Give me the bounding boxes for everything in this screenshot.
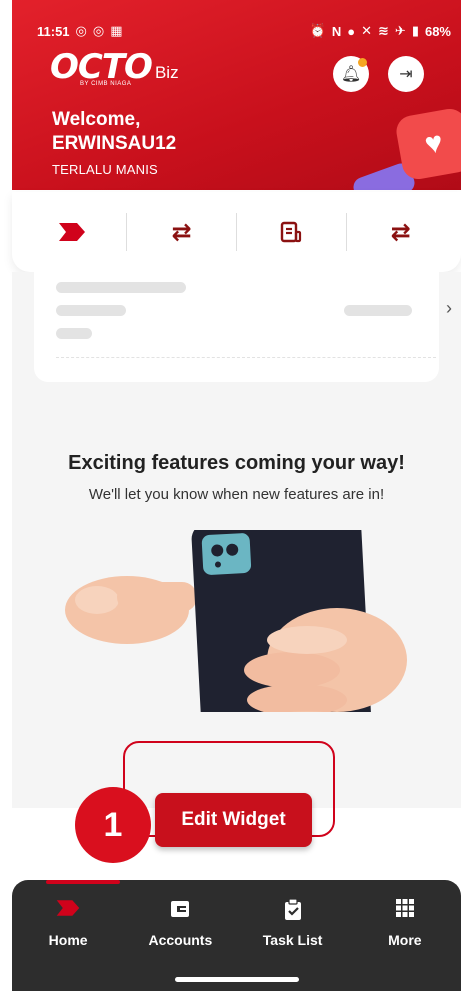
whatsapp-icon: ◎ xyxy=(75,23,87,38)
skeleton-line xyxy=(56,282,186,293)
bill-icon xyxy=(281,221,302,243)
quick-menu-octo[interactable] xyxy=(42,221,102,243)
quick-menu: ⇄ ⇄ xyxy=(12,192,461,272)
header: 11:51 ◎ ◎ ▦ ⏰ N ● ✕ ≋ ✈ ▮ 68% OCTO Biz BY… xyxy=(12,0,461,190)
nav-more-label: More xyxy=(388,932,422,948)
transfer-icon: ⇄ xyxy=(390,218,411,246)
nav-task-list[interactable]: Task List xyxy=(243,898,343,948)
status-time: 11:51 xyxy=(37,23,70,39)
octo-biz-logo: OCTO Biz BY CIMB NIAGA xyxy=(50,50,179,87)
nav-task-list-label: Task List xyxy=(262,932,323,948)
quick-menu-transfer-2[interactable]: ⇄ xyxy=(371,218,431,247)
status-bar: 11:51 ◎ ◎ ▦ ⏰ N ● ✕ ≋ ✈ ▮ 68% xyxy=(37,22,451,40)
welcome-block: Welcome, ERWINSAU12 xyxy=(52,108,176,156)
company-name: TERLALU MANIS xyxy=(52,162,158,177)
skeleton-line xyxy=(56,328,92,339)
grid-icon xyxy=(355,898,455,926)
notification-dot xyxy=(358,58,367,67)
notification-button[interactable]: 🔔︎ xyxy=(333,56,369,92)
logout-icon: ⇥ xyxy=(399,66,413,83)
edit-widget-button[interactable]: Edit Widget xyxy=(155,793,312,847)
gallery-icon: ▦ xyxy=(110,23,123,38)
battery-percent: 68% xyxy=(424,23,451,39)
home-icon xyxy=(18,898,118,926)
wallet-icon xyxy=(130,898,230,926)
quick-menu-bill[interactable] xyxy=(261,220,321,244)
active-tab-indicator xyxy=(46,880,120,884)
clipboard-check-icon xyxy=(243,898,343,926)
nav-accounts-label: Accounts xyxy=(148,932,213,948)
dashed-divider xyxy=(56,357,436,358)
logout-button[interactable]: ⇥ xyxy=(388,56,424,92)
loading-card[interactable]: › xyxy=(34,272,452,382)
chevron-right-icon: › xyxy=(446,298,452,318)
username: ERWINSAU12 xyxy=(52,133,177,154)
nav-more[interactable]: More xyxy=(355,898,455,948)
nav-accounts[interactable]: Accounts xyxy=(130,898,230,948)
skeleton-line xyxy=(56,305,126,316)
divider xyxy=(235,213,237,251)
alarm-icon: ⏰ xyxy=(309,23,326,38)
bell-icon: 🔔︎ xyxy=(340,66,362,83)
main-content: › Exciting features coming your way! We'… xyxy=(12,272,461,741)
welcome-text: Welcome, xyxy=(52,109,141,130)
skeleton-line xyxy=(344,305,412,316)
location-icon: ● xyxy=(347,23,356,39)
empty-state-title: Exciting features coming your way! xyxy=(68,452,405,474)
wifi-icon: ≋ xyxy=(378,23,389,38)
whatsapp-icon: ◎ xyxy=(92,23,105,38)
nfc-icon: N xyxy=(331,23,342,39)
logo-suffix: Biz xyxy=(154,63,179,82)
airplane-icon: ✈ xyxy=(394,23,406,38)
step-badge: 1 xyxy=(75,787,151,863)
bottom-nav: Home Accounts Task List More xyxy=(12,880,461,991)
battery-icon: ▮ xyxy=(411,23,419,38)
octo-chevron-icon xyxy=(59,223,86,241)
empty-state-subtitle: We'll let you know when new features are… xyxy=(88,486,385,503)
divider xyxy=(126,213,128,251)
gesture-bar[interactable] xyxy=(175,977,299,982)
transfer-icon: ⇄ xyxy=(171,218,192,246)
quick-menu-transfer-1[interactable]: ⇄ xyxy=(152,218,212,247)
nav-home[interactable]: Home xyxy=(18,898,118,948)
nav-home-label: Home xyxy=(48,932,88,948)
divider xyxy=(345,213,347,251)
mute-icon: ✕ xyxy=(361,23,372,38)
heart-icon: ♥ xyxy=(393,106,461,182)
